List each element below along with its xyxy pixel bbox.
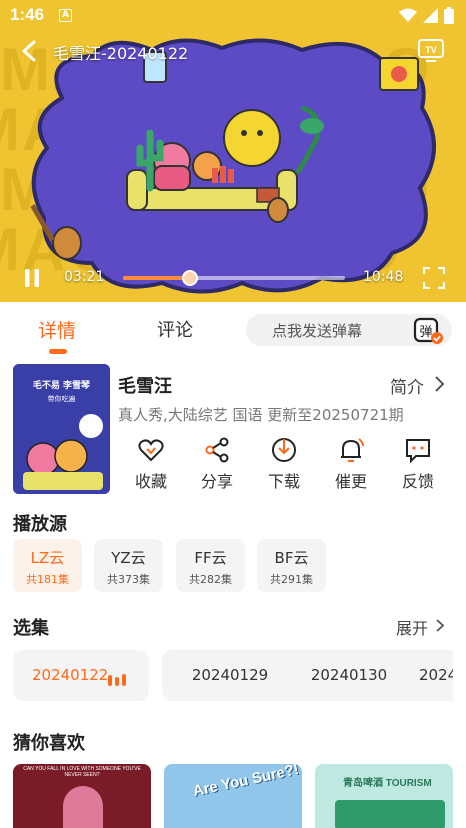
favorite-button[interactable]: 收藏 (126, 436, 176, 492)
heart-icon (138, 439, 164, 462)
total-time: 10:48 (363, 269, 404, 285)
tab-detail[interactable]: 详情 (38, 316, 76, 343)
svg-text:TV: TV (425, 45, 437, 55)
share-button[interactable]: 分享 (192, 436, 242, 492)
source-count: 共181集 (26, 573, 69, 586)
back-arrow-icon[interactable] (20, 40, 40, 62)
episodes-title: 选集 (13, 618, 49, 639)
wifi-icon (399, 8, 417, 22)
source-count: 共291集 (270, 573, 313, 586)
system-status-bar: 1:46 A (0, 0, 466, 32)
feedback-icon (406, 439, 430, 464)
recommend-thumb-art (335, 800, 445, 828)
recommend-caption: CAN YOU FALL IN LOVE WITH SOMEONE YOU'VE… (23, 766, 141, 778)
recommend-caption: 青岛啤酒 TOURISM (343, 778, 432, 789)
player-controls: 03:21 10:48 (0, 262, 466, 298)
status-time: 1:46 (10, 5, 45, 24)
action-row: 收藏 分享 下载 催更 反馈 (118, 436, 458, 496)
recommend-caption: Are You Sure?! (191, 764, 301, 801)
chevron-right-icon[interactable] (435, 618, 445, 633)
current-time: 03:21 (64, 269, 105, 285)
recommend-thumb-art (63, 786, 103, 828)
show-poster[interactable]: 毛不易 李雪琴 带你吃遍 (13, 364, 110, 494)
source-item-ff[interactable]: FF云 共282集 (176, 539, 245, 592)
episode-label: 20240130 (310, 666, 388, 684)
expand-episodes-link[interactable]: 展开 (396, 615, 428, 639)
favorite-label: 收藏 (134, 472, 167, 491)
feedback-label: 反馈 (401, 472, 434, 491)
detail-tabs: 详情 评论 点我发送弹幕 弹 (0, 302, 466, 358)
video-title: 毛雪汪-20240122 (53, 44, 189, 63)
source-count: 共373集 (107, 573, 150, 586)
progress-bar[interactable] (123, 270, 345, 286)
tab-comment[interactable]: 评论 (157, 316, 193, 342)
episode-item[interactable]: 20240122 (13, 650, 149, 701)
episode-label: 20240129 (191, 666, 269, 684)
share-icon (205, 437, 229, 463)
download-label: 下载 (267, 472, 300, 491)
battery-icon (444, 7, 454, 24)
danmaku-toggle-icon[interactable]: 弹 (413, 315, 443, 345)
download-button[interactable]: 下载 (259, 436, 309, 492)
recommend-item[interactable]: CAN YOU FALL IN LOVE WITH SOMEONE YOU'VE… (13, 764, 151, 828)
episode-label: 20240122 (32, 666, 109, 684)
episode-item[interactable]: 20240130 (281, 650, 417, 701)
signal-icon (423, 8, 438, 23)
episode-item[interactable]: 20240129 (162, 650, 298, 701)
cast-tv-icon[interactable]: TV (418, 39, 444, 63)
source-name: LZ云 (30, 549, 65, 567)
show-meta: 真人秀,大陆综艺 国语 更新至20250721期 (118, 406, 404, 424)
poster-line1: 毛不易 李雪琴 (32, 381, 91, 391)
app-screen: MAOXUEWOO MAOXUEWOO MAOXUEWOO MAOXUEWOO (0, 0, 466, 828)
now-playing-icon (108, 674, 126, 686)
player-top-bar: 毛雪汪-20240122 TV (0, 34, 466, 68)
recommend-item[interactable]: 青岛啤酒 TOURISM (315, 764, 453, 828)
video-player[interactable]: MAOXUEWOO MAOXUEWOO MAOXUEWOO MAOXUEWOO (0, 0, 466, 302)
danmaku-input[interactable]: 点我发送弹幕 弹 (246, 314, 452, 346)
sources-title: 播放源 (13, 514, 67, 535)
video-frame-cartoon (30, 38, 436, 294)
tab-active-indicator (49, 349, 67, 354)
progress-thumb[interactable] (181, 270, 198, 286)
recommend-list: CAN YOU FALL IN LOVE WITH SOMEONE YOU'VE… (13, 764, 466, 828)
show-title: 毛雪汪 (118, 376, 172, 397)
share-label: 分享 (200, 472, 233, 491)
danmaku-placeholder: 点我发送弹幕 (272, 322, 363, 340)
progress-fill (123, 276, 190, 280)
episode-list: 20240122 20240129 20240130 2024 (13, 650, 453, 702)
source-name: FF云 (194, 549, 227, 567)
intro-link[interactable]: 简介 (390, 373, 424, 398)
recommend-title: 猜你喜欢 (13, 733, 85, 754)
fullscreen-icon[interactable] (423, 267, 445, 289)
status-icons (399, 7, 454, 24)
notification-icon: A (59, 9, 72, 22)
episode-item[interactable]: 2024 (400, 650, 453, 701)
recommend-item[interactable]: Are You Sure?! (164, 764, 302, 828)
episode-label: 2024 (419, 666, 453, 684)
source-item-yz[interactable]: YZ云 共373集 (94, 539, 163, 592)
feedback-button[interactable]: 反馈 (393, 436, 443, 492)
source-item-lz[interactable]: LZ云 共181集 (13, 539, 82, 592)
remind-update-label: 催更 (334, 472, 367, 491)
source-name: YZ云 (111, 549, 146, 567)
chevron-right-icon[interactable] (433, 375, 445, 393)
source-list: LZ云 共181集 YZ云 共373集 FF云 共282集 BF云 共291集 (13, 539, 463, 593)
pause-icon[interactable] (22, 267, 42, 289)
danmaku-icon-char: 弹 (419, 325, 432, 340)
source-count: 共282集 (189, 573, 232, 586)
poster-line2: 带你吃遍 (47, 395, 76, 403)
bell-icon (341, 438, 364, 462)
download-icon (272, 438, 296, 462)
remind-update-button[interactable]: 催更 (326, 436, 376, 492)
source-item-bf[interactable]: BF云 共291集 (257, 539, 326, 592)
source-name: BF云 (274, 549, 309, 567)
